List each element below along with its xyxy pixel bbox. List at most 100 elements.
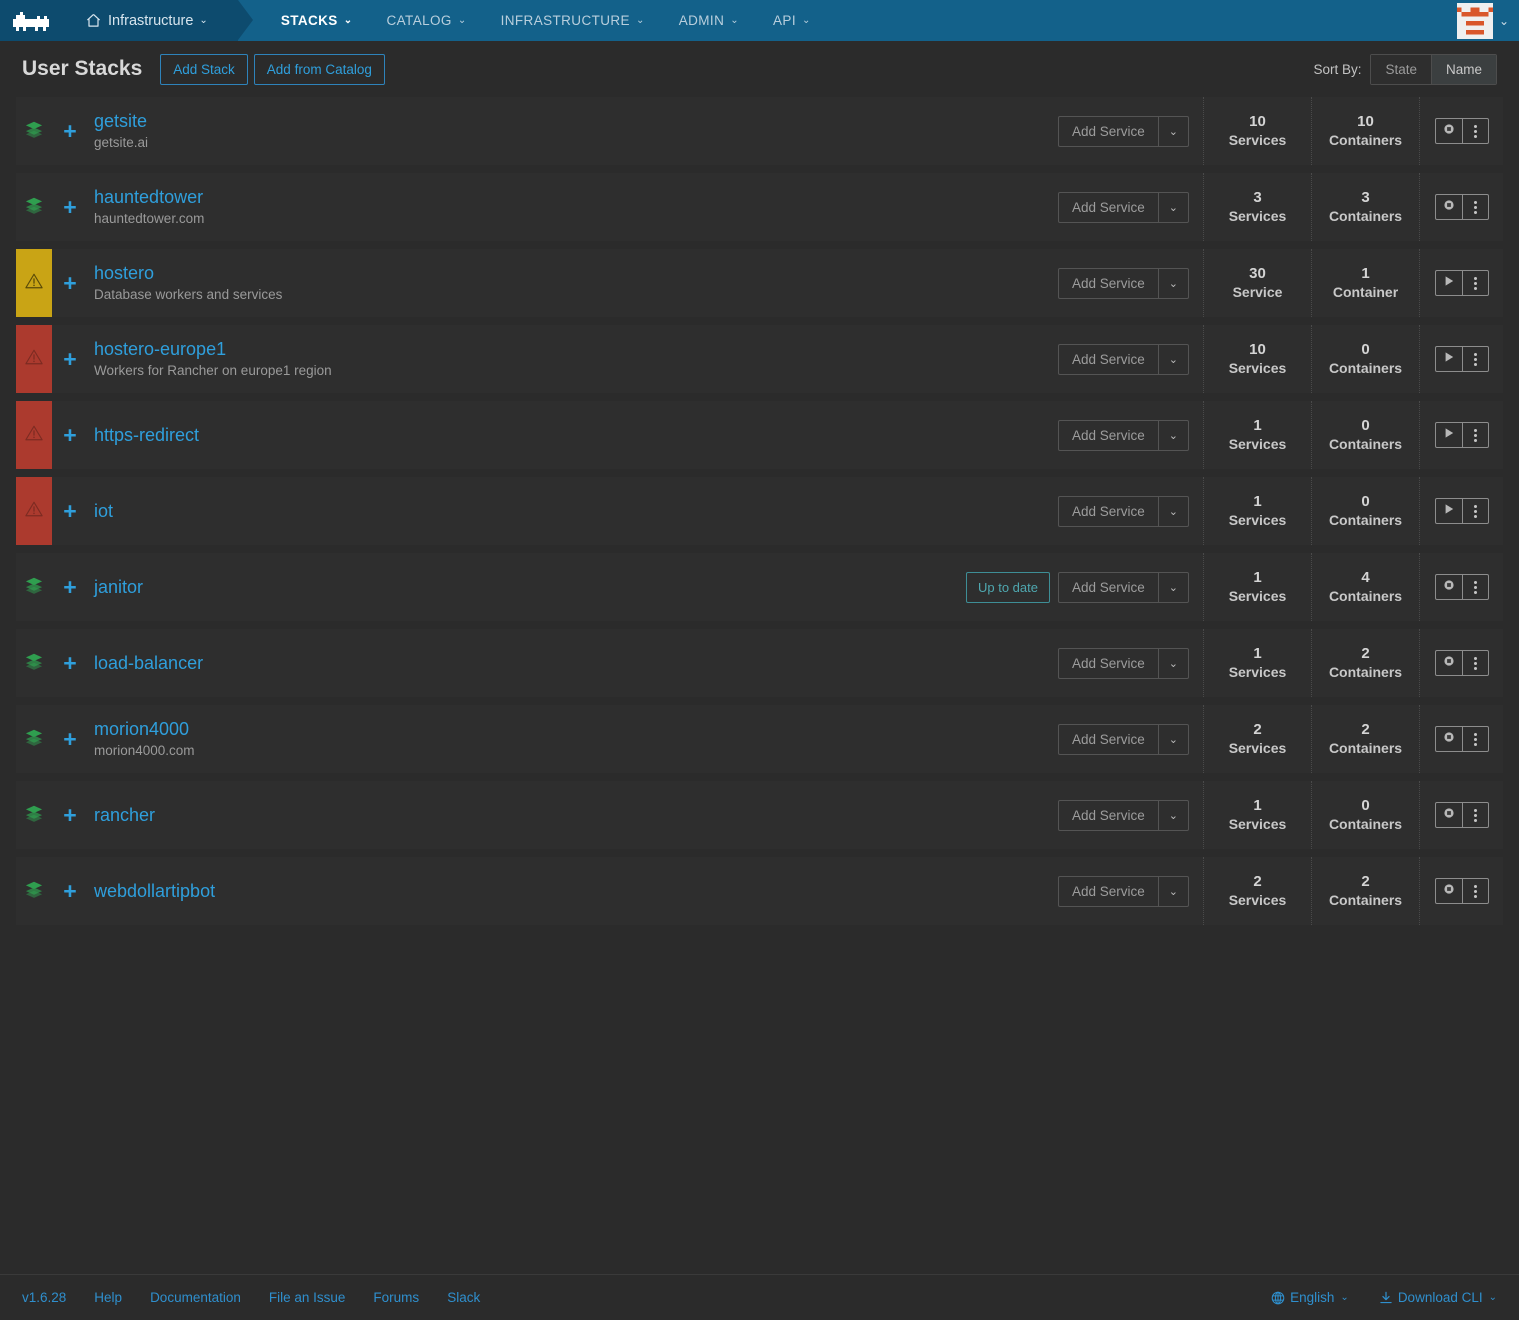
stack-name-link[interactable]: load-balancer [94, 653, 1058, 674]
expand-stack-button[interactable]: + [52, 325, 88, 393]
up-to-date-badge[interactable]: Up to date [965, 571, 1050, 603]
stack-row[interactable]: + hostero-europe1 Workers for Rancher on e… [16, 325, 1503, 393]
start-stack-button[interactable] [1436, 499, 1462, 523]
stop-stack-button[interactable] [1436, 195, 1462, 219]
stack-row[interactable]: + janitor Up to date Add Service ⌄ 1 Services 4… [16, 553, 1503, 621]
download-cli-selector[interactable]: Download CLI ⌄ [1379, 1290, 1497, 1305]
stack-name-link[interactable]: getsite [94, 111, 1058, 132]
add-service-button[interactable]: Add Service [1059, 649, 1158, 678]
add-service-button[interactable]: Add Service [1059, 117, 1158, 146]
stop-stack-button[interactable] [1436, 803, 1462, 827]
rancher-logo-button[interactable] [0, 0, 64, 41]
stack-more-actions-button[interactable] [1461, 803, 1488, 827]
stack-more-actions-button[interactable] [1461, 195, 1488, 219]
sort-by-state-button[interactable]: State [1371, 54, 1431, 84]
add-service-button[interactable]: Add Service [1059, 497, 1158, 526]
nav-item-stacks[interactable]: STACKS ⌄ [264, 0, 370, 41]
add-service-dropdown-toggle[interactable]: ⌄ [1157, 496, 1188, 526]
footer-link-forums[interactable]: Forums [373, 1290, 419, 1305]
stack-name-link[interactable]: morion4000 [94, 719, 1058, 740]
stop-stack-button[interactable] [1436, 879, 1462, 903]
footer-link-file-an-issue[interactable]: File an Issue [269, 1290, 346, 1305]
stack-row[interactable]: + rancher Add Service ⌄ 1 Services 0 Containers [16, 781, 1503, 849]
stack-name-link[interactable]: hostero [94, 263, 1058, 284]
stop-stack-button[interactable] [1436, 119, 1462, 143]
add-service-dropdown-toggle[interactable]: ⌄ [1157, 268, 1188, 298]
add-service-button[interactable]: Add Service [1059, 725, 1158, 754]
stack-more-actions-button[interactable] [1461, 271, 1488, 295]
nav-item-api[interactable]: API ⌄ [756, 0, 828, 41]
add-service-dropdown-toggle[interactable]: ⌄ [1157, 648, 1188, 678]
nav-item-infrastructure[interactable]: INFRASTRUCTURE ⌄ [484, 0, 662, 41]
stack-row[interactable]: + getsite getsite.ai Add Service ⌄ 10 Services… [16, 97, 1503, 165]
expand-stack-button[interactable]: + [52, 401, 88, 469]
stack-name-link[interactable]: hostero-europe1 [94, 339, 1058, 360]
stack-more-actions-button[interactable] [1461, 879, 1488, 903]
add-service-button[interactable]: Add Service [1059, 573, 1158, 602]
add-service-dropdown-toggle[interactable]: ⌄ [1157, 420, 1188, 450]
add-stack-button[interactable]: Add Stack [160, 53, 248, 85]
add-service-button[interactable]: Add Service [1059, 877, 1158, 906]
warning-triangle-icon [24, 348, 44, 371]
footer-link-documentation[interactable]: Documentation [150, 1290, 241, 1305]
add-service-dropdown-toggle[interactable]: ⌄ [1157, 572, 1188, 602]
add-service-button[interactable]: Add Service [1059, 345, 1158, 374]
stack-row[interactable]: + hauntedtower hauntedtower.com Add Service… [16, 173, 1503, 241]
user-menu[interactable]: ⌄ [1456, 0, 1519, 41]
stack-row[interactable]: + iot Add Service ⌄ 1 Services 0 Containers [16, 477, 1503, 545]
environment-switcher[interactable]: Infrastructure ⌄ [64, 0, 253, 41]
stack-row[interactable]: + webdollartipbot Add Service ⌄ 2 Services 2 Co… [16, 857, 1503, 925]
add-service-dropdown-toggle[interactable]: ⌄ [1157, 192, 1188, 222]
nav-item-catalog[interactable]: CATALOG ⌄ [370, 0, 484, 41]
add-service-dropdown-toggle[interactable]: ⌄ [1157, 800, 1188, 830]
stack-row[interactable]: + https-redirect Add Service ⌄ 1 Services 0 Con… [16, 401, 1503, 469]
stack-more-actions-button[interactable] [1461, 575, 1488, 599]
stack-more-actions-button[interactable] [1461, 727, 1488, 751]
start-stack-button[interactable] [1436, 271, 1462, 295]
stack-more-actions-button[interactable] [1461, 119, 1488, 143]
stop-stack-button[interactable] [1436, 651, 1462, 675]
add-service-dropdown-toggle[interactable]: ⌄ [1157, 876, 1188, 906]
stack-name-link[interactable]: webdollartipbot [94, 881, 1058, 902]
add-service-dropdown-toggle[interactable]: ⌄ [1157, 724, 1188, 754]
expand-stack-button[interactable]: + [52, 629, 88, 697]
add-service-dropdown-toggle[interactable]: ⌄ [1157, 116, 1188, 146]
add-service-dropdown-toggle[interactable]: ⌄ [1157, 344, 1188, 374]
start-stack-button[interactable] [1436, 347, 1462, 371]
stack-more-actions-button[interactable] [1461, 347, 1488, 371]
stack-row[interactable]: + morion4000 morion4000.com Add Service ⌄ 2 Se… [16, 705, 1503, 773]
stack-name-link[interactable]: janitor [94, 577, 966, 598]
add-service-button[interactable]: Add Service [1059, 269, 1158, 298]
stack-more-actions-button[interactable] [1461, 423, 1488, 447]
stack-name-link[interactable]: iot [94, 501, 1058, 522]
add-from-catalog-button[interactable]: Add from Catalog [253, 53, 385, 85]
nav-item-admin[interactable]: ADMIN ⌄ [662, 0, 756, 41]
stack-row[interactable]: + hostero Database workers and services Add… [16, 249, 1503, 317]
stack-actions-cell [1419, 857, 1503, 925]
language-selector[interactable]: English ⌄ [1271, 1290, 1349, 1305]
expand-stack-button[interactable]: + [52, 97, 88, 165]
add-service-button[interactable]: Add Service [1059, 421, 1158, 450]
expand-stack-button[interactable]: + [52, 477, 88, 545]
expand-stack-button[interactable]: + [52, 173, 88, 241]
stack-more-actions-button[interactable] [1461, 499, 1488, 523]
footer-version[interactable]: v1.6.28 [22, 1290, 66, 1305]
expand-stack-button[interactable]: + [52, 705, 88, 773]
stack-row[interactable]: + load-balancer Add Service ⌄ 1 Services 2 Cont… [16, 629, 1503, 697]
sort-by-name-button[interactable]: Name [1430, 54, 1496, 84]
stop-stack-button[interactable] [1436, 727, 1462, 751]
stop-stack-button[interactable] [1436, 575, 1462, 599]
stack-name-link[interactable]: https-redirect [94, 425, 1058, 446]
add-service-button[interactable]: Add Service [1059, 193, 1158, 222]
stack-name-link[interactable]: rancher [94, 805, 1058, 826]
add-service-button[interactable]: Add Service [1059, 801, 1158, 830]
footer-link-slack[interactable]: Slack [447, 1290, 480, 1305]
expand-stack-button[interactable]: + [52, 553, 88, 621]
stack-more-actions-button[interactable] [1461, 651, 1488, 675]
stack-name-link[interactable]: hauntedtower [94, 187, 1058, 208]
footer-link-help[interactable]: Help [94, 1290, 122, 1305]
expand-stack-button[interactable]: + [52, 781, 88, 849]
start-stack-button[interactable] [1436, 423, 1462, 447]
expand-stack-button[interactable]: + [52, 249, 88, 317]
expand-stack-button[interactable]: + [52, 857, 88, 925]
